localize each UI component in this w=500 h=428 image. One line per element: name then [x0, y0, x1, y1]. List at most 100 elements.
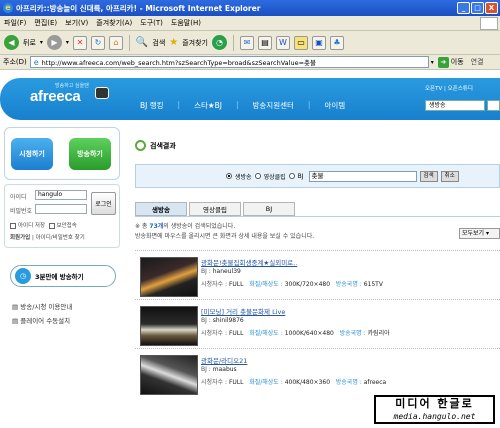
tab-bj[interactable]: BJ — [243, 202, 295, 216]
home-icon[interactable]: ⌂ — [108, 35, 123, 50]
go-label[interactable]: 이동 — [451, 57, 464, 67]
menu-edit[interactable]: 편집(E) — [34, 18, 57, 28]
address-dropdown-icon[interactable]: ▾ — [431, 59, 434, 66]
window-controls: _ □ X — [457, 2, 498, 14]
cancel-button[interactable]: 취소 — [440, 170, 459, 182]
list-item: 광화문!촛불집회생중계★실외미로.. BJ : haneul39 시청자수 : … — [135, 250, 500, 299]
print-icon[interactable]: ▤ — [258, 35, 272, 50]
radio-bj[interactable] — [288, 173, 295, 179]
header-links[interactable]: 오픈TV | 오픈스튜디 — [425, 84, 473, 92]
back-button-label[interactable]: 뒤로 — [23, 38, 36, 48]
back-arrow-icon[interactable]: ◀ — [4, 35, 19, 50]
watermark: 미디어 한글로 media.hangulo.net — [374, 395, 495, 424]
stream-title[interactable]: [미모닝] 거리 촛불문화제 Live — [201, 306, 285, 316]
site-logo[interactable]: afreeca — [30, 88, 81, 105]
id-label: 아이디 — [10, 194, 27, 201]
id-input[interactable]: hangulo — [35, 190, 87, 200]
search-input[interactable]: 촛불 — [308, 170, 417, 182]
window-titlebar: e 아프리카::방송놀이 신대륙, 아프리카! - Microsoft Inte… — [0, 0, 500, 16]
stream-network: 카림리아 — [367, 330, 390, 337]
refresh-icon[interactable]: ↻ — [90, 35, 105, 50]
stream-quality: 1000K/640×480 — [284, 330, 334, 337]
stream-bj-line: BJ : shinil9876 — [201, 317, 244, 324]
minimize-button[interactable]: _ — [457, 2, 470, 14]
nav-items[interactable]: 아이템 — [324, 100, 345, 111]
favorites-star-icon[interactable]: ★ — [169, 37, 178, 48]
radio-clips[interactable] — [254, 173, 261, 179]
go-button[interactable]: ➜ 이동 — [437, 56, 464, 68]
menu-file[interactable]: 파일(F) — [4, 18, 26, 28]
stream-thumbnail[interactable] — [140, 306, 198, 346]
links-label[interactable]: 연결 — [471, 57, 484, 67]
favorites-button-label[interactable]: 즐겨찾기 — [182, 38, 208, 48]
menu-view[interactable]: 보기(V) — [65, 18, 88, 28]
promo-text[interactable]: 3분만에 방송하기 — [35, 271, 84, 281]
edit-word-icon[interactable]: W — [276, 35, 290, 50]
stream-title[interactable]: 광화문/라디오21 — [201, 355, 247, 365]
watch-button[interactable]: 시청하기 — [11, 138, 53, 170]
search-button[interactable]: 검색 — [419, 170, 438, 182]
back-dropdown-icon[interactable]: ▾ — [40, 39, 43, 46]
save-id-checkbox[interactable] — [10, 222, 16, 229]
forward-dropdown-icon[interactable]: ▾ — [66, 39, 69, 46]
folder-icon[interactable]: ▭ — [294, 35, 308, 50]
address-input[interactable]: e http://www.afreeca.com/web_search.htm?… — [29, 56, 429, 68]
secure-login-label[interactable]: 보안접속 — [57, 223, 77, 229]
view-all-select[interactable]: 모두보기 ▾ — [459, 228, 500, 239]
history-icon[interactable]: ◔ — [212, 35, 227, 50]
player-install-link[interactable]: ▤ 플레이어 수동설치 — [12, 314, 72, 328]
join-link[interactable]: 회원가입 — [10, 235, 30, 241]
stream-viewers: FULL — [228, 379, 244, 386]
browser-toolbar: ◀ 뒤로 ▾ ▶ ▾ ✕ ↻ ⌂ 🔍 검색 ★ 즐겨찾기 ◔ ✉ ▤ W ▭ ▣… — [0, 31, 500, 55]
stream-bj[interactable]: maabus — [213, 366, 237, 373]
guide-link-label[interactable]: 방송/시청 이용안내 — [20, 303, 72, 311]
password-input[interactable] — [35, 204, 87, 214]
stream-viewers: FULL — [228, 330, 244, 337]
summary-suffix: 의 생방송이 검색되었습니다. — [163, 223, 236, 230]
header-search-select[interactable]: 생방송 — [425, 100, 485, 111]
save-id-label[interactable]: 아이디 저장 — [18, 223, 45, 229]
radio-live-label[interactable]: 생방송 — [235, 172, 252, 181]
stop-icon[interactable]: ✕ — [72, 35, 87, 50]
header-search-input[interactable] — [487, 100, 500, 111]
menu-help[interactable]: 도움말(H) — [171, 18, 201, 28]
radio-clips-label[interactable]: 영상클립 — [264, 172, 286, 181]
login-button[interactable]: 로그인 — [91, 192, 116, 215]
tab-live[interactable]: 생방송 — [135, 202, 187, 216]
player-install-label[interactable]: 플레이어 수동설치 — [20, 317, 70, 325]
stream-bj[interactable]: haneul39 — [213, 268, 241, 275]
research-icon[interactable]: ▣ — [312, 35, 326, 50]
close-button[interactable]: X — [485, 2, 498, 14]
radio-live[interactable] — [226, 173, 232, 179]
forward-arrow-icon[interactable]: ▶ — [46, 35, 62, 50]
address-url[interactable]: http://www.afreeca.com/web_search.htm?sz… — [42, 57, 316, 67]
nav-support-center[interactable]: 방송지원센터 — [253, 100, 294, 111]
network-label: 방송국명 : — [339, 330, 366, 337]
quality-label: 화질/해상도 : — [249, 330, 283, 337]
stream-thumbnail[interactable] — [140, 257, 198, 297]
stream-title[interactable]: 광화문!촛불집회생중계★실외미로.. — [201, 257, 297, 267]
search-button-label[interactable]: 검색 — [152, 38, 165, 48]
login-options: 아이디 저장 보안접속 — [10, 221, 77, 229]
stream-bj[interactable]: shinil9876 — [213, 317, 244, 324]
secure-login-checkbox[interactable] — [48, 222, 55, 229]
nav-bj-ranking[interactable]: BJ 랭킹 — [140, 100, 164, 111]
clock-icon: ◷ — [15, 268, 31, 284]
guide-link[interactable]: ▤ 방송/시청 이용안내 — [12, 300, 72, 314]
promo-banner[interactable]: ◷ 3분만에 방송하기 — [10, 265, 116, 287]
maximize-button[interactable]: □ — [471, 2, 484, 14]
view-all-label[interactable]: 모두보기 — [462, 230, 484, 237]
go-arrow-icon[interactable]: ➜ — [437, 56, 449, 68]
search-icon[interactable]: 🔍 — [136, 37, 148, 48]
stream-thumbnail[interactable] — [140, 355, 198, 395]
menu-tools[interactable]: 도구(T) — [140, 18, 163, 28]
find-account-link[interactable]: 아이디/비밀번호 찾기 — [36, 235, 85, 241]
messenger-icon[interactable]: ♣ — [330, 35, 344, 50]
nav-star-bj[interactable]: 스타★BJ — [194, 100, 222, 111]
tab-clips[interactable]: 영상클립 — [189, 202, 241, 216]
mail-icon[interactable]: ✉ — [240, 35, 254, 50]
broadcast-button[interactable]: 방송하기 — [69, 138, 111, 170]
menu-favorites[interactable]: 즐겨찾기(A) — [96, 18, 132, 28]
main-content: 검색결과 생방송 영상클립 BJ 촛불 검색 취소 생방송 영상클립 BJ ※ … — [125, 122, 500, 428]
radio-bj-label[interactable]: BJ — [298, 173, 304, 180]
